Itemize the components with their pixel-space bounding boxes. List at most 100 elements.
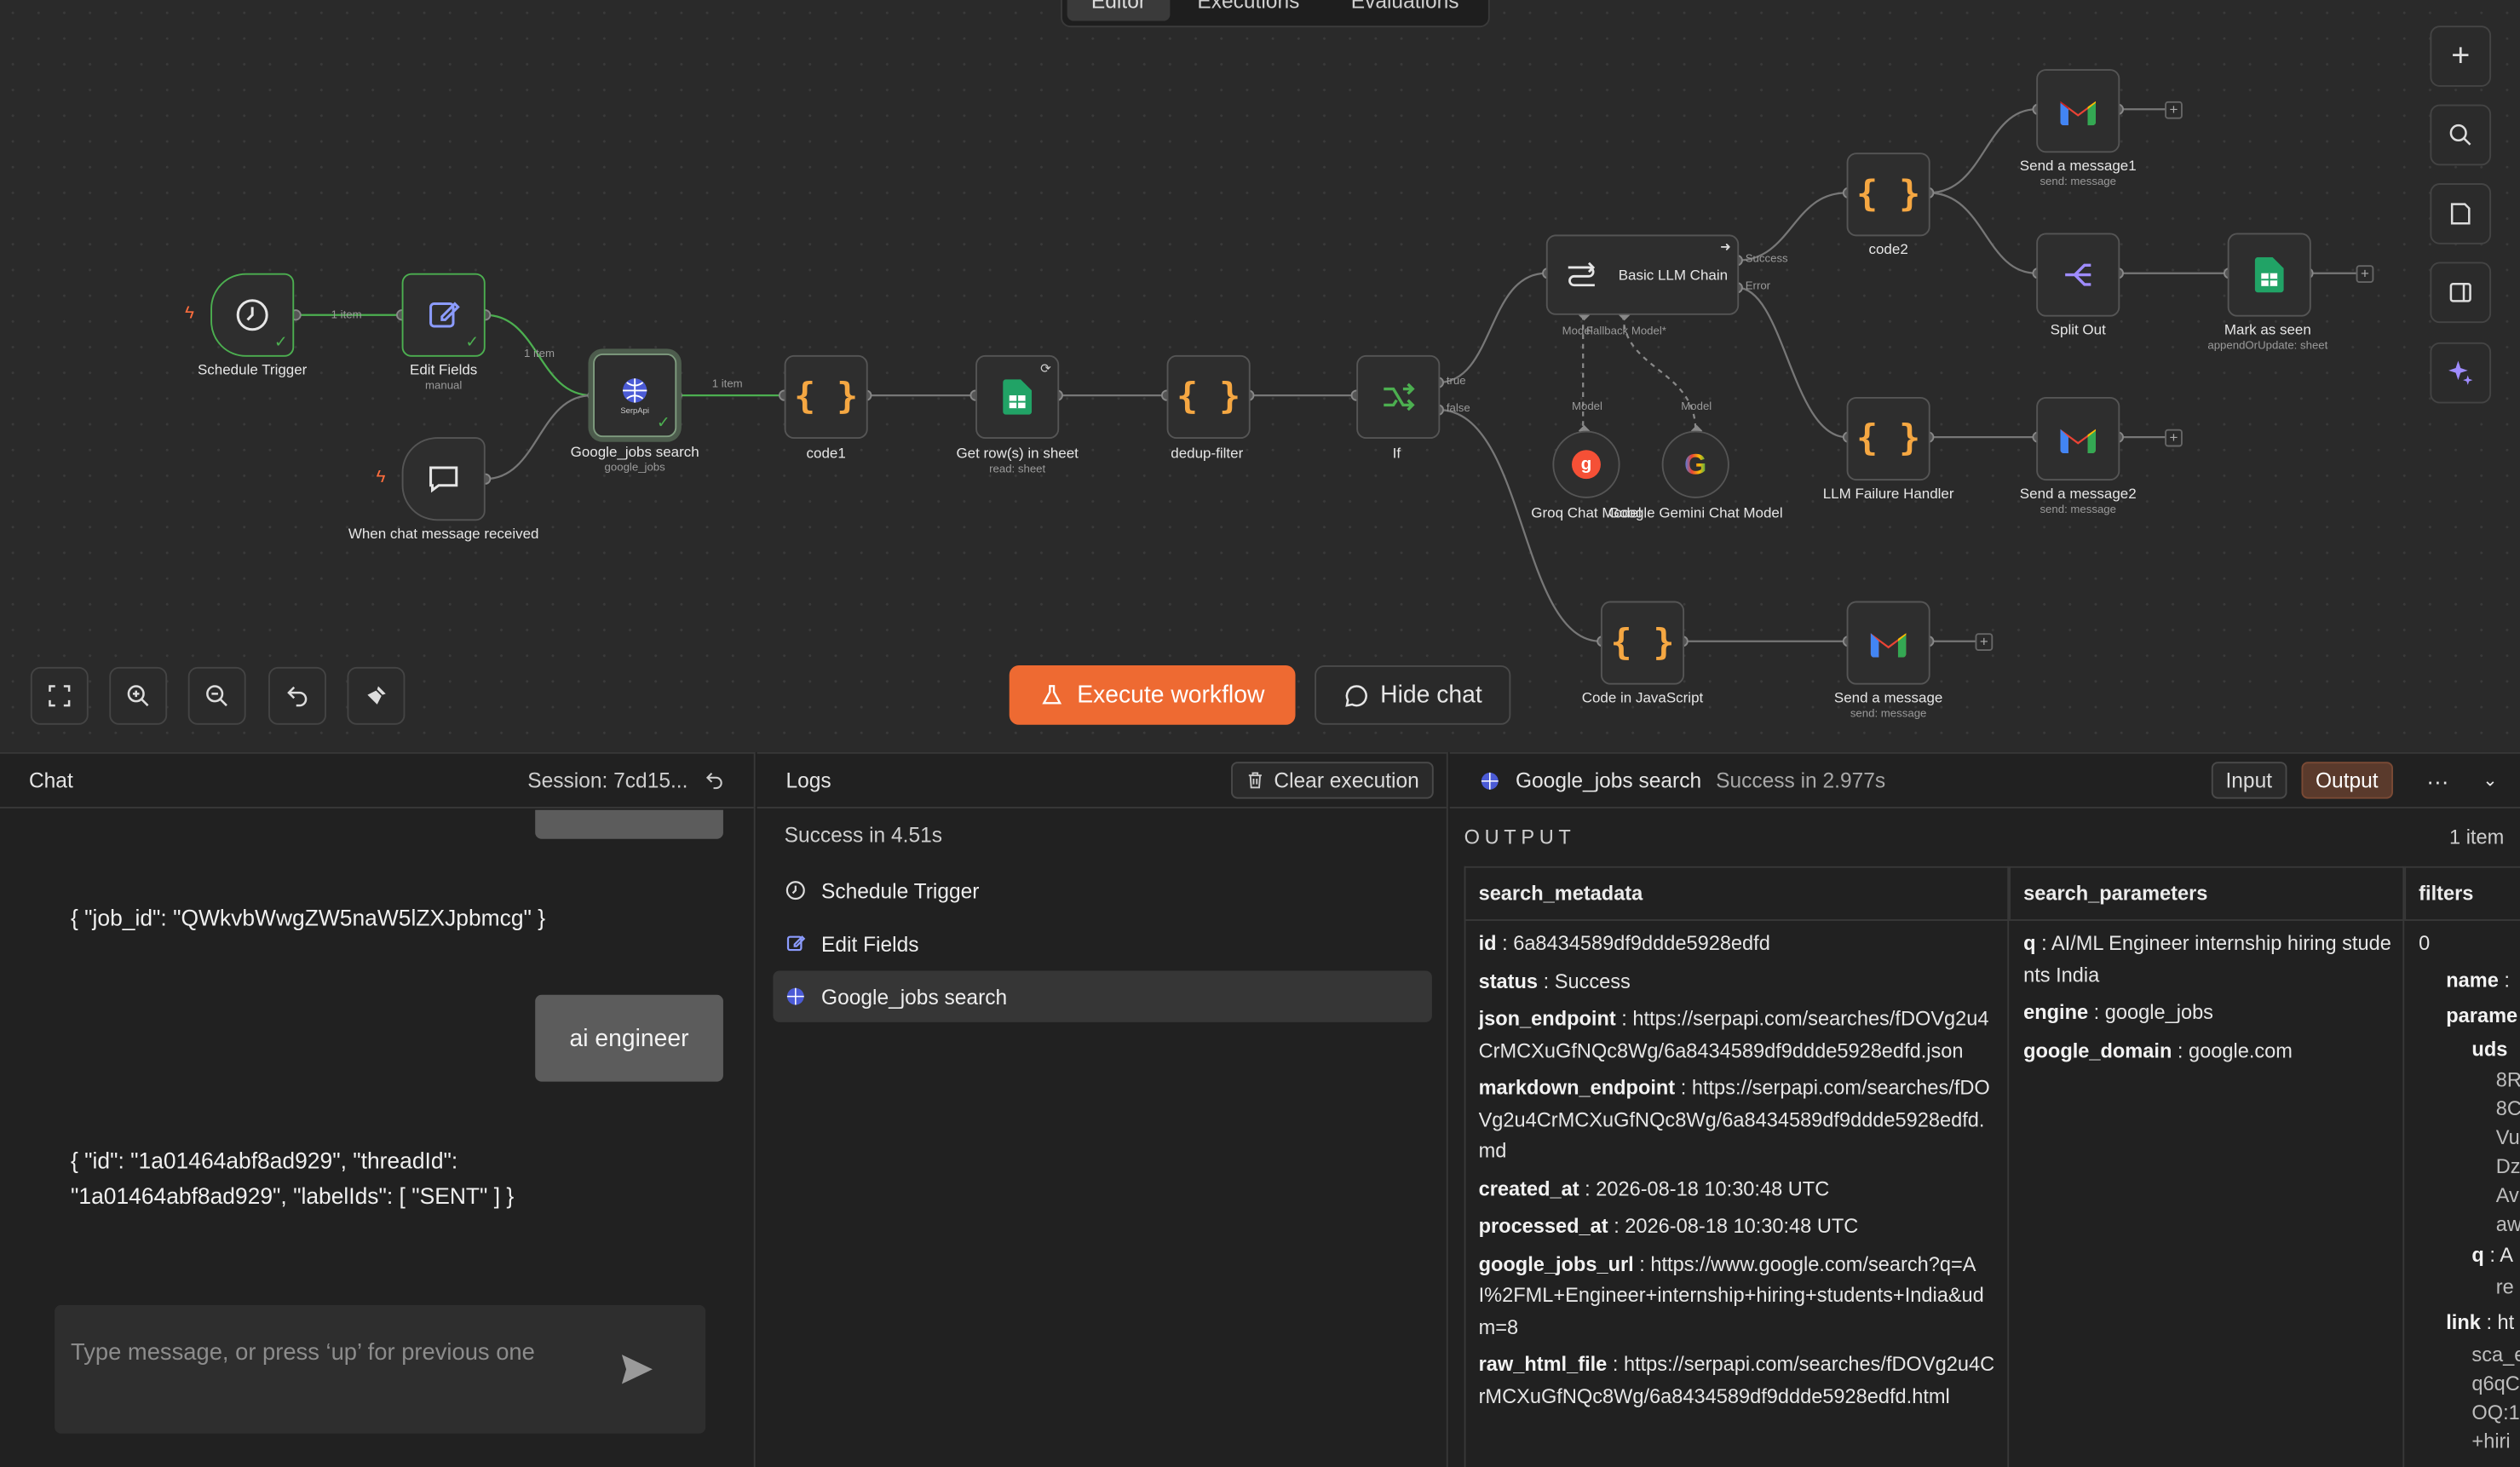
node-label: code1	[806, 445, 846, 462]
execute-workflow-button[interactable]: Execute workflow	[1009, 665, 1296, 725]
ai-assistant-button[interactable]	[2430, 342, 2492, 404]
tab-executions[interactable]: Executions	[1173, 0, 1324, 21]
kv-value: 2026-08-18 10:30:48 UTC	[1625, 1215, 1859, 1238]
log-item-schedule-trigger[interactable]: Schedule Trigger	[773, 865, 1431, 916]
kv-key: google_jobs_url	[1478, 1252, 1634, 1275]
node-label: dedup-filter	[1171, 445, 1244, 462]
node-mark-as-seen[interactable]	[2227, 233, 2311, 317]
input-toggle[interactable]: Input	[2211, 762, 2287, 799]
kv-row: processed_at : 2026-08-18 10:30:48 UTC	[1478, 1215, 1859, 1238]
kv-value: 2026-08-18 10:30:48 UTC	[1596, 1176, 1830, 1200]
value-line: q6qC	[2471, 1372, 2520, 1395]
node-send-message1[interactable]	[2036, 69, 2120, 153]
split-icon	[2065, 263, 2091, 286]
gmail-icon	[2060, 101, 2096, 126]
search-button[interactable]	[2430, 104, 2492, 166]
code-braces-icon: { }	[1610, 623, 1675, 664]
kv-key: status	[1478, 969, 1539, 992]
kv-row: json_endpoint : https://serpapi.com/sear…	[1478, 1007, 1989, 1062]
reset-session-icon[interactable]	[704, 770, 725, 791]
tab-editor[interactable]: Editor	[1067, 0, 1171, 21]
node-google-gemini-chat-model[interactable]: G	[1661, 430, 1729, 498]
node-google-jobs-search[interactable]: SerpApi ✓	[593, 354, 677, 438]
node-schedule-trigger[interactable]: ✓	[210, 273, 295, 357]
session-id: Session: 7cd15...	[527, 768, 688, 793]
chevron-down-icon[interactable]: ⌄	[2483, 770, 2497, 791]
zoom-in-icon	[127, 685, 149, 707]
node-code2[interactable]: { }	[1846, 152, 1930, 237]
filter-key-parameters: parame	[2446, 1004, 2518, 1027]
arrow-right-icon: ➜	[1720, 239, 1731, 255]
output-toggle[interactable]: Output	[2300, 762, 2393, 799]
workflow-canvas[interactable]: 1 item 1 item 1 item true false Success …	[0, 0, 2520, 752]
zoom-in-button[interactable]	[109, 666, 168, 725]
node-label: When chat message received	[348, 525, 539, 542]
node-label: Mark as seen	[2224, 321, 2311, 338]
chat-message-bot: { "id": "1a01464abf8ad929", "threadId": …	[71, 1147, 515, 1209]
add-node-button[interactable]: +	[2430, 26, 2492, 87]
add-node-plus-icon[interactable]: +	[2165, 429, 2183, 447]
trash-icon	[1248, 772, 1262, 789]
if-false-label: false	[1446, 403, 1470, 415]
node-llm-failure-handler[interactable]: { }	[1846, 396, 1930, 481]
kv-value: 6a8434589df9ddde5928edfd	[1513, 932, 1770, 955]
node-get-rows[interactable]: ⟳	[975, 354, 1060, 440]
node-edit-fields[interactable]: ✓	[401, 273, 486, 357]
hide-chat-button[interactable]: Hide chat	[1315, 665, 1511, 725]
log-item-edit-fields[interactable]: Edit Fields	[773, 918, 1431, 969]
search-metadata-values: id : 6a8434589df9ddde5928edfd status : Su…	[1479, 929, 1996, 1418]
log-item-google-jobs-search[interactable]: Google_jobs search	[773, 970, 1432, 1022]
chat-title: Chat	[28, 768, 73, 793]
more-options-icon[interactable]: ···	[2426, 768, 2448, 793]
branch-icon	[1384, 383, 1415, 411]
value-line: 8C	[2495, 1097, 2520, 1120]
add-node-plus-icon[interactable]: +	[2165, 101, 2183, 119]
serpapi-icon	[786, 987, 804, 1005]
clear-execution-button[interactable]: Clear execution	[1230, 762, 1434, 799]
value-line: 8R	[2495, 1068, 2520, 1091]
node-dedup-filter[interactable]: { }	[1166, 354, 1251, 440]
undo-button[interactable]	[268, 666, 326, 725]
value-line: Av	[2495, 1184, 2519, 1207]
toggle-panel-button[interactable]	[2430, 262, 2492, 324]
node-label: Schedule Trigger	[197, 361, 308, 378]
zoom-out-button[interactable]	[187, 666, 246, 725]
check-icon: ✓	[465, 334, 480, 353]
kv-key: raw_html_file	[1478, 1353, 1608, 1376]
broom-icon	[367, 686, 386, 705]
kv-value: google_jobs	[2104, 1001, 2213, 1024]
tab-evaluations[interactable]: Evaluations	[1326, 0, 1482, 21]
node-chat-trigger[interactable]	[401, 437, 486, 521]
sidebar-icon	[2449, 283, 2471, 302]
node-label: Edit Fields	[410, 361, 478, 378]
add-node-plus-icon[interactable]: +	[1975, 633, 1994, 652]
kv-row: raw_html_file : https://serpapi.com/sear…	[1478, 1353, 1995, 1407]
node-sublabel: send: message	[2040, 504, 2117, 516]
chat-panel: Chat Session: 7cd15... { "job_id": "QWkv…	[0, 751, 756, 1467]
tidy-up-button[interactable]	[347, 666, 406, 725]
node-label: Send a message	[1833, 689, 1943, 706]
send-icon[interactable]	[618, 1353, 654, 1385]
gemini-conn-label: Model	[1681, 401, 1712, 413]
node-send-message[interactable]	[1846, 601, 1930, 685]
kv-row: id : 6a8434589df9ddde5928edfd	[1478, 932, 1770, 955]
chat-input[interactable]: Type message, or press ‘up’ for previous…	[55, 1304, 706, 1434]
node-send-message2[interactable]	[2036, 396, 2120, 481]
node-code1[interactable]: { }	[784, 354, 868, 440]
output-section-title: OUTPUT	[1464, 826, 1576, 849]
chat-bubble-icon	[429, 466, 458, 493]
add-node-plus-icon[interactable]: +	[2356, 265, 2374, 284]
fit-view-button[interactable]	[30, 666, 89, 725]
node-sublabel: read: sheet	[989, 464, 1046, 476]
flask-icon	[1042, 685, 1062, 705]
node-basic-llm-chain[interactable]: Basic LLM Chain ➜	[1545, 234, 1740, 315]
node-code-in-javascript[interactable]: { }	[1600, 601, 1685, 685]
node-split-out[interactable]	[2036, 233, 2120, 317]
clock-icon	[785, 881, 805, 900]
sticky-note-button[interactable]	[2430, 183, 2492, 244]
node-groq-chat-model[interactable]: g	[1552, 430, 1620, 498]
edge-label: 1 item	[523, 348, 555, 360]
kv-key: json_endpoint	[1478, 1007, 1616, 1031]
node-label: LLM Failure Handler	[1822, 485, 1954, 502]
node-if[interactable]	[1356, 354, 1441, 440]
